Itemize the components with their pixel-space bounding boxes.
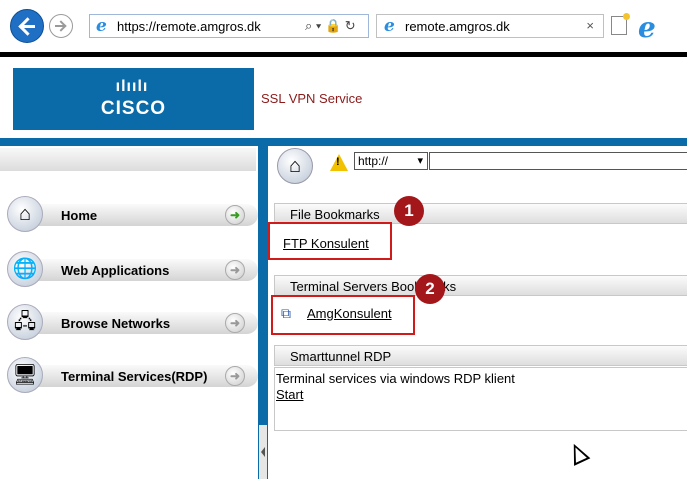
- ie-logo-icon: e: [638, 11, 656, 44]
- sidebar-item-label[interactable]: Terminal Services(RDP): [61, 369, 207, 384]
- arrow-right-icon[interactable]: ➜: [225, 313, 245, 333]
- arrow-right-icon[interactable]: ➜: [225, 205, 245, 225]
- address-bar[interactable]: e https://remote.amgros.dk ⌕ ▾ 🔒 ↻: [89, 14, 369, 38]
- content-home-icon[interactable]: ⌂: [277, 148, 313, 184]
- collapse-sidebar-handle[interactable]: [259, 425, 267, 479]
- smarttunnel-header: Smarttunnel RDP: [274, 345, 687, 366]
- address-bar-icons[interactable]: ⌕ ▾ 🔒 ↻: [305, 18, 356, 34]
- cisco-bars-icon: ılıılı: [115, 78, 149, 95]
- warning-mark: !: [336, 156, 340, 168]
- arrow-right-icon[interactable]: ➜: [225, 260, 245, 280]
- annotation-box-1: [268, 222, 392, 260]
- new-tab-button[interactable]: [611, 13, 630, 35]
- mouse-cursor-icon: [565, 440, 591, 466]
- sidebar-item-bar[interactable]: [22, 204, 258, 226]
- network-icon: 🖧: [7, 304, 43, 340]
- monitor-icon: 🖥: [7, 357, 43, 393]
- section-title: File Bookmarks: [290, 207, 380, 222]
- url-input[interactable]: [429, 152, 687, 170]
- forward-button[interactable]: [49, 14, 73, 38]
- sidebar-item-label[interactable]: Browse Networks: [61, 316, 170, 331]
- ie-page-icon: e: [96, 16, 107, 36]
- tab-ie-icon: e: [384, 16, 395, 36]
- protocol-value: http://: [358, 154, 389, 168]
- tab-title: remote.amgros.dk: [405, 19, 510, 34]
- file-bookmarks-header: File Bookmarks: [274, 203, 687, 224]
- annotation-badge-1: 1: [394, 196, 424, 226]
- annotation-box-2: [271, 295, 415, 335]
- sidebar-header: [0, 148, 256, 171]
- cisco-logo: ılıılı CISCO: [13, 68, 254, 130]
- terminal-bookmarks-header: Terminal Servers Bookmarks: [274, 275, 687, 296]
- home-icon: ⌂: [7, 196, 43, 232]
- back-button[interactable]: [10, 9, 44, 43]
- protocol-select[interactable]: http:// ▾: [354, 152, 428, 170]
- sidebar-item-web-applications[interactable]: 🌐 Web Applications ➜: [0, 251, 258, 295]
- tab-close-icon[interactable]: ×: [586, 18, 594, 33]
- annotation-badge-2: 2: [415, 274, 445, 304]
- sidebar-item-home[interactable]: ⌂ Home ➜: [0, 196, 258, 240]
- chrome-divider: [0, 52, 687, 57]
- arrow-right-icon[interactable]: ➜: [225, 366, 245, 386]
- browser-tab[interactable]: e remote.amgros.dk ×: [376, 14, 604, 38]
- globe-icon: 🌐: [7, 251, 43, 287]
- service-title: SSL VPN Service: [261, 91, 363, 106]
- cisco-logo-text: CISCO: [100, 98, 167, 119]
- start-link[interactable]: Start: [276, 387, 303, 402]
- sidebar-item-terminal-services[interactable]: 🖥 Terminal Services(RDP) ➜: [0, 357, 258, 401]
- header-rule: [0, 138, 687, 146]
- section-title: Smarttunnel RDP: [290, 349, 392, 364]
- sidebar-item-label[interactable]: Home: [61, 208, 97, 223]
- address-url[interactable]: https://remote.amgros.dk: [117, 19, 261, 34]
- sidebar-item-label[interactable]: Web Applications: [61, 263, 169, 278]
- chevron-down-icon: ▾: [417, 155, 423, 167]
- sidebar-item-browse-networks[interactable]: 🖧 Browse Networks ➜: [0, 304, 258, 348]
- smarttunnel-description: Terminal services via windows RDP klient: [276, 371, 515, 386]
